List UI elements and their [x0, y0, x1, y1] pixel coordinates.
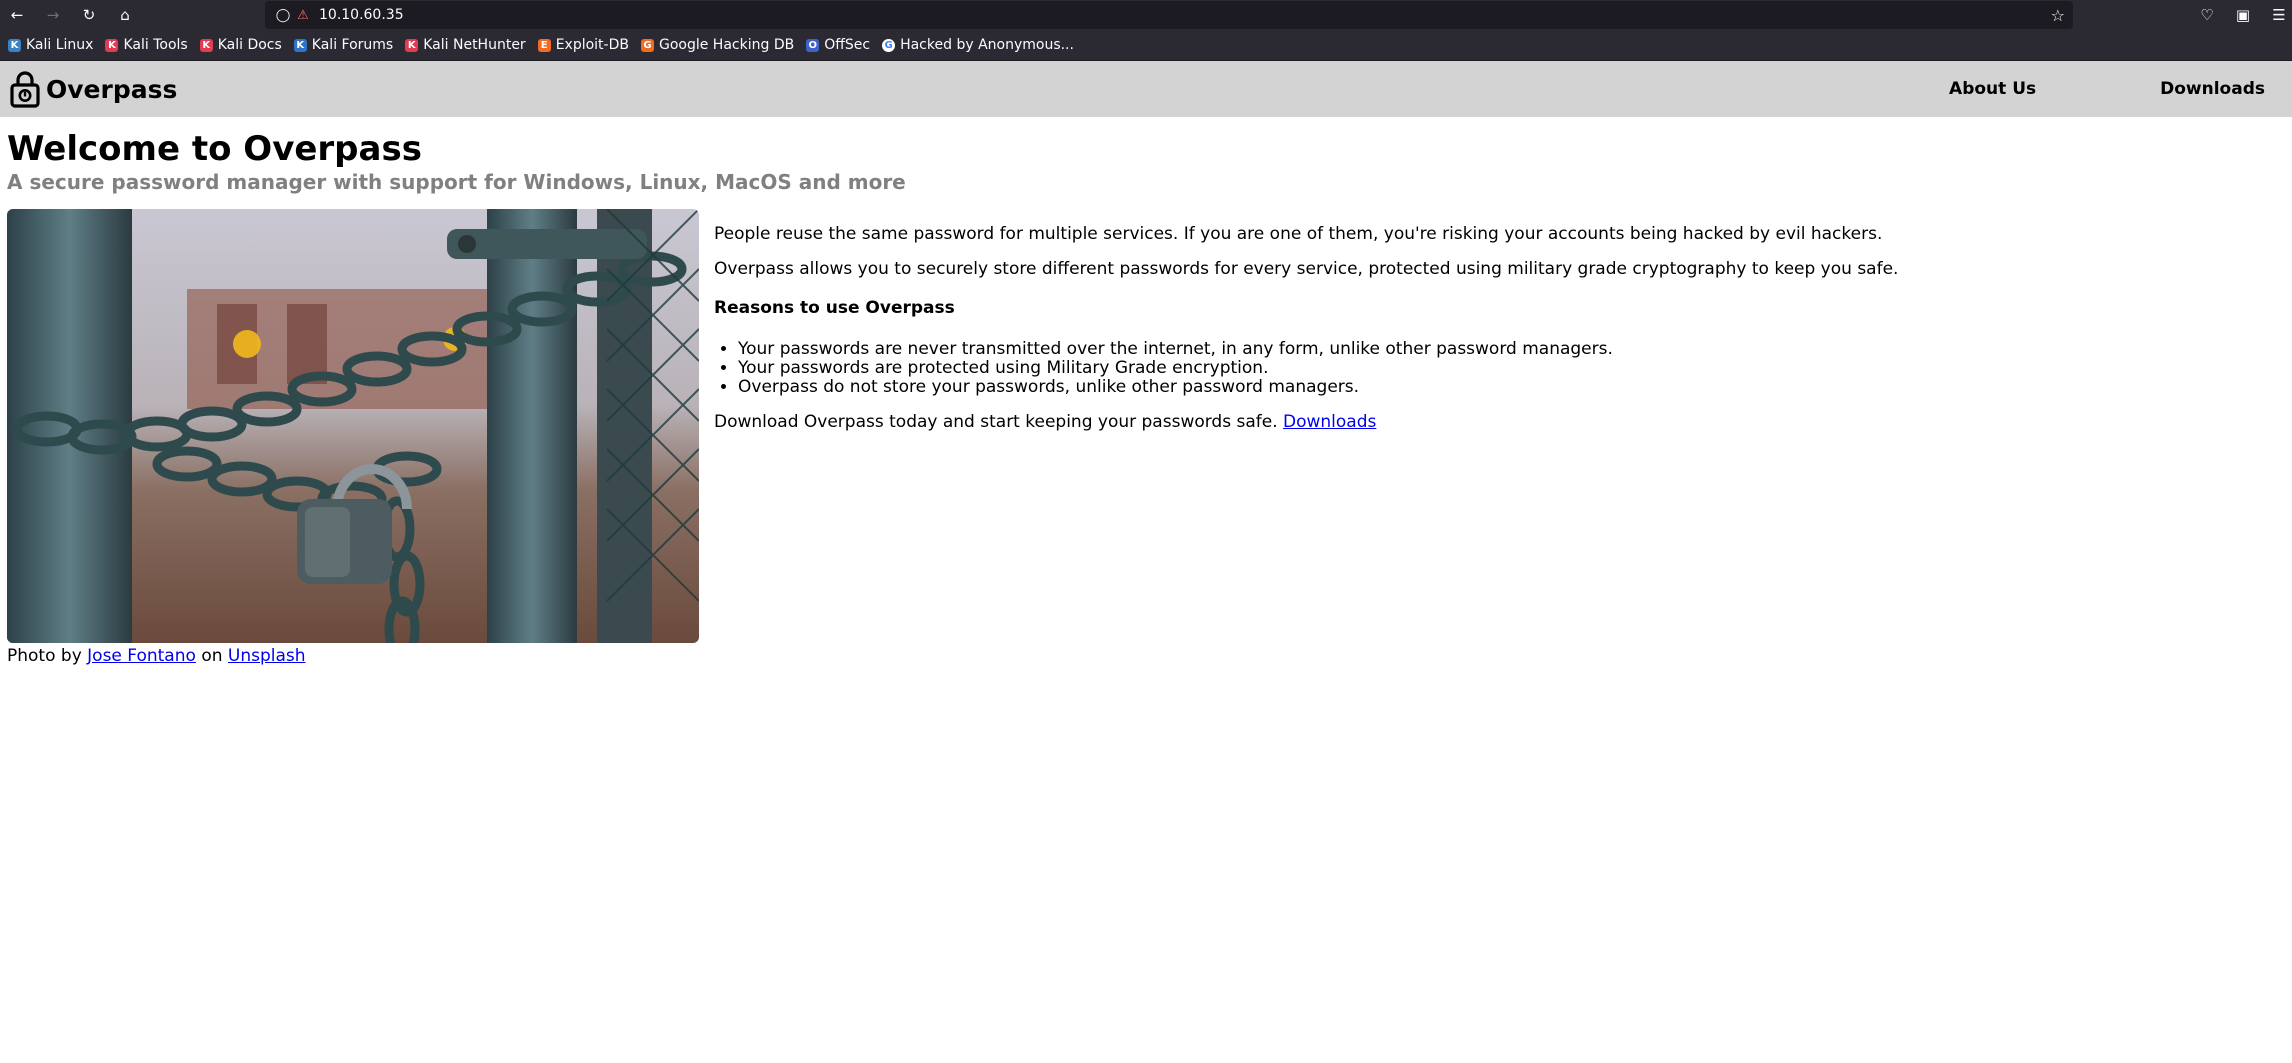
browser-toolbar: ← → ↻ ⌂ ◯ ⚠ 10.10.60.35 ☆ ♡ ▣ ☰ — [0, 0, 2292, 30]
lock-insecure-icon[interactable]: ⚠ — [295, 8, 311, 23]
photo-author-link[interactable]: Jose Fontano — [87, 646, 196, 666]
list-item: Overpass do not store your passwords, un… — [738, 378, 1898, 397]
cta-downloads-link[interactable]: Downloads — [1283, 412, 1376, 432]
bookmark-label: Kali Linux — [26, 37, 94, 53]
photo-caption: Photo by Jose Fontano on Unsplash — [7, 646, 699, 666]
menu-icon[interactable]: ☰ — [2268, 4, 2290, 26]
list-item: Your passwords are never transmitted ove… — [738, 340, 1898, 359]
bookmark-label: Kali Forums — [311, 37, 394, 53]
chained-gate-photo — [7, 209, 699, 643]
unsplash-link[interactable]: Unsplash — [228, 646, 306, 666]
site-nav: About Us Downloads — [1949, 61, 2292, 117]
bookmark-favicon-icon: K — [293, 38, 307, 52]
url-text[interactable]: 10.10.60.35 — [319, 7, 404, 23]
bookmark-label: Exploit-DB — [555, 37, 629, 53]
caption-middle: on — [201, 646, 223, 666]
bookmark-label: Kali Tools — [123, 37, 188, 53]
cta-paragraph: Download Overpass today and start keepin… — [714, 413, 1898, 432]
bookmark-item[interactable]: K Kali Forums — [293, 37, 394, 53]
pocket-icon[interactable]: ♡ — [2196, 4, 2218, 26]
nav-downloads-link[interactable]: Downloads — [2160, 79, 2265, 99]
bookmark-item[interactable]: K Kali Docs — [199, 37, 282, 53]
padlock-icon — [10, 71, 40, 108]
page-subtitle: A secure password manager with support f… — [7, 170, 906, 194]
caption-prefix: Photo by — [7, 646, 82, 666]
brand-name: Overpass — [46, 74, 178, 104]
page-title: Welcome to Overpass — [7, 129, 422, 169]
bookmark-star-icon[interactable]: ☆ — [2051, 6, 2065, 25]
extensions-icon[interactable]: ▣ — [2232, 4, 2254, 26]
bookmark-favicon-icon: E — [537, 38, 551, 52]
back-arrow-icon[interactable]: ← — [6, 4, 28, 26]
reload-icon[interactable]: ↻ — [78, 4, 100, 26]
reasons-heading: Reasons to use Overpass — [714, 298, 955, 318]
intro-paragraph-1: People reuse the same password for multi… — [714, 224, 1883, 244]
bookmark-item[interactable]: K Kali Tools — [105, 37, 188, 53]
bookmark-favicon-icon: G — [640, 38, 654, 52]
reasons-list: Your passwords are never transmitted ove… — [714, 340, 1898, 397]
home-icon[interactable]: ⌂ — [114, 4, 136, 26]
bookmark-label: Google Hacking DB — [658, 37, 795, 53]
bookmark-favicon-icon: O — [806, 38, 820, 52]
site-logo[interactable]: Overpass — [10, 70, 177, 108]
bookmark-item[interactable]: G Hacked by Anonymous... — [882, 37, 1074, 53]
bookmark-item[interactable]: E Exploit-DB — [537, 37, 629, 53]
bookmark-favicon-icon: K — [105, 38, 119, 52]
url-bar[interactable]: ◯ ⚠ 10.10.60.35 ☆ — [265, 1, 2073, 29]
intro-text: People reuse the same password for multi… — [714, 209, 1898, 666]
shield-icon[interactable]: ◯ — [275, 8, 291, 23]
bookmark-item[interactable]: K Kali NetHunter — [405, 37, 526, 53]
intro-paragraph-2: Overpass allows you to securely store di… — [714, 259, 1899, 279]
bookmark-favicon-icon: K — [199, 38, 213, 52]
site-header: Overpass About Us Downloads — [0, 61, 2292, 117]
bookmark-label: OffSec — [824, 37, 871, 53]
bookmark-label: Hacked by Anonymous... — [900, 37, 1074, 53]
bookmark-item[interactable]: K Kali Linux — [8, 37, 93, 53]
main-content: Welcome to Overpass A secure password ma… — [0, 129, 2292, 666]
bookmark-label: Kali Docs — [217, 37, 282, 53]
cta-text: Download Overpass today and start keepin… — [714, 412, 1278, 432]
nav-about-link[interactable]: About Us — [1949, 79, 2036, 99]
bookmarks-bar: K Kali Linux K Kali Tools K Kali Docs K Kali Fo… — [0, 30, 2292, 61]
bookmark-favicon-icon: K — [8, 38, 21, 52]
bookmark-item[interactable]: O OffSec — [806, 37, 870, 53]
list-item: Your passwords are protected using Milit… — [738, 359, 1898, 378]
bookmark-favicon-icon: K — [405, 38, 419, 52]
bookmark-favicon-icon: G — [882, 38, 896, 52]
bookmark-item[interactable]: G Google Hacking DB — [640, 37, 795, 53]
bookmark-label: Kali NetHunter — [423, 37, 526, 53]
forward-arrow-icon[interactable]: → — [42, 4, 64, 26]
